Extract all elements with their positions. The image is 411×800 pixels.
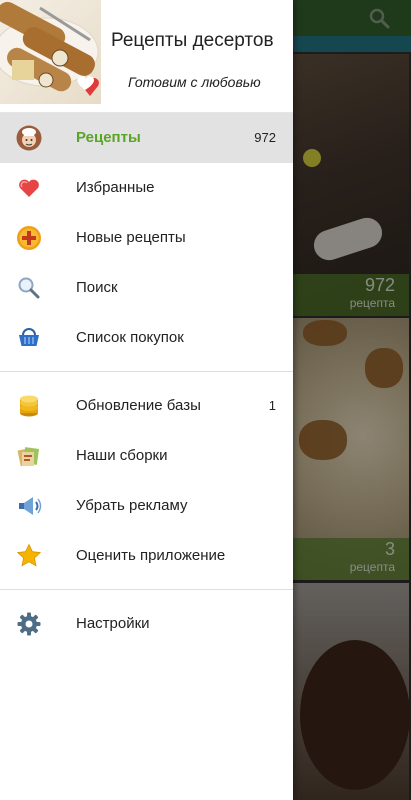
header-image (0, 0, 101, 104)
menu-item-search[interactable]: Поиск (0, 263, 293, 313)
plus-circle-icon (17, 226, 41, 250)
search-icon (18, 277, 40, 299)
star-icon (16, 543, 42, 567)
app-title: Рецепты десертов (111, 30, 274, 51)
menu-item-count: 1 (268, 398, 276, 413)
menu-item-remove-ads[interactable]: Убрать рекламу (0, 481, 293, 531)
drawer-header: Рецепты десертов Готовим с любовью (0, 0, 293, 113)
menu-item-favorites[interactable]: Избранные (0, 163, 293, 213)
database-icon (20, 395, 38, 417)
menu-item-shopping-list[interactable]: Список покупок (0, 313, 293, 363)
menu-item-label: Избранные (76, 179, 155, 196)
menu-item-label: Обновление базы (76, 397, 201, 414)
menu-item-label: Список покупок (76, 329, 184, 346)
collection-icon (17, 447, 40, 467)
menu-divider (0, 371, 293, 372)
menu-item-label: Новые рецепты (76, 229, 186, 246)
drawer-menu: Рецепты 972 Избранные Новые рецепты Поис… (0, 113, 293, 649)
megaphone-icon (19, 497, 42, 515)
basket-icon (19, 328, 39, 346)
menu-divider (0, 589, 293, 590)
menu-item-new-recipes[interactable]: Новые рецепты (0, 213, 293, 263)
menu-item-rate-app[interactable]: Оценить приложение (0, 531, 293, 581)
menu-item-label: Поиск (76, 279, 118, 296)
chef-icon (16, 125, 42, 151)
heart-icon (19, 179, 39, 197)
gear-icon (17, 612, 41, 636)
menu-item-label: Наши сборки (76, 447, 168, 464)
menu-item-label: Оценить приложение (76, 547, 226, 564)
menu-item-label: Настройки (76, 615, 150, 632)
navigation-drawer: Рецепты десертов Готовим с любовью Рецеп… (0, 0, 293, 800)
menu-item-recipes[interactable]: Рецепты 972 (0, 113, 293, 163)
menu-item-update-database[interactable]: Обновление базы 1 (0, 381, 293, 431)
menu-item-settings[interactable]: Настройки (0, 599, 293, 649)
menu-item-label: Убрать рекламу (76, 497, 188, 514)
menu-item-count: 972 (254, 130, 276, 145)
menu-item-collections[interactable]: Наши сборки (0, 431, 293, 481)
menu-item-label: Рецепты (76, 129, 141, 146)
app-subtitle: Готовим с любовью (128, 74, 261, 90)
